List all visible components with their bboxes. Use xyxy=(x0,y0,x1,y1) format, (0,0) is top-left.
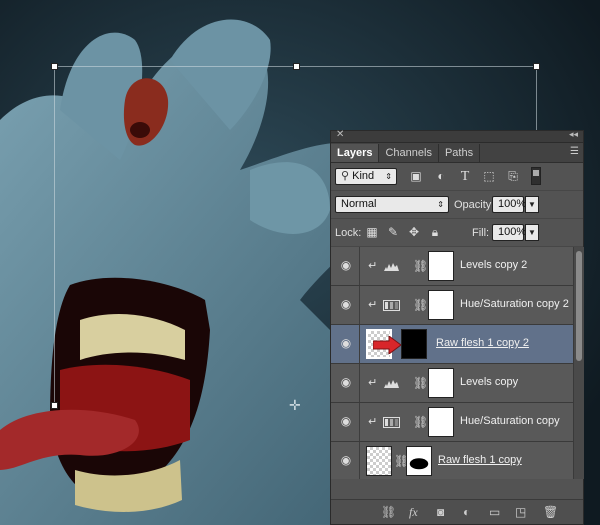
transform-handle-middle-left[interactable] xyxy=(51,402,58,409)
opacity-dropdown-icon[interactable]: ▼ xyxy=(525,196,539,213)
red-arrow-icon xyxy=(373,336,401,354)
lock-all-icon[interactable]: 🔒︎ xyxy=(428,226,442,239)
clipping-arrow-icon: ↵ xyxy=(368,416,378,428)
pixel-filter-icon[interactable]: ▣ xyxy=(409,170,423,183)
chain-link-icon[interactable]: ⛓ xyxy=(413,259,428,273)
shape-filter-icon[interactable]: ⬚ xyxy=(482,170,496,183)
panel-tabs: Layers Channels Paths ☰ xyxy=(331,143,583,163)
clipping-arrow-icon: ↵ xyxy=(368,299,378,311)
layer-mask-thumbnail[interactable] xyxy=(406,446,432,476)
visibility-column[interactable]: ◉ xyxy=(331,286,360,324)
tab-layers[interactable]: Layers xyxy=(331,144,380,162)
lock-label: Lock: xyxy=(335,227,362,239)
chevron-updown-icon: ⇕ xyxy=(385,172,392,181)
transform-handle-top-right[interactable] xyxy=(533,63,540,70)
blend-mode-value: Normal xyxy=(341,198,377,210)
new-layer-icon[interactable]: ◳ xyxy=(515,505,526,519)
fill-label: Fill: xyxy=(472,227,490,239)
eye-icon[interactable]: ◉ xyxy=(339,298,353,310)
fill-dropdown-icon[interactable]: ▼ xyxy=(525,224,539,241)
chain-link-icon[interactable]: ⛓ xyxy=(413,415,428,429)
link-layers-icon[interactable]: ⛓ xyxy=(381,505,396,519)
layer-name[interactable]: Raw flesh 1 copy xyxy=(438,454,522,466)
layer-name[interactable]: Raw flesh 1 copy 2 xyxy=(436,337,529,349)
blend-mode-select[interactable]: Normal ⇕ xyxy=(335,196,449,213)
panel-menu-icon[interactable]: ☰ xyxy=(570,146,579,157)
layer-style-fx-icon[interactable]: fx xyxy=(409,505,418,519)
layer-row-selected[interactable]: ◉ Raw flesh 1 copy 2 xyxy=(331,325,573,364)
tab-paths[interactable]: Paths xyxy=(439,144,481,162)
levels-adjustment-icon[interactable] xyxy=(383,378,400,389)
clipping-arrow-icon: ↵ xyxy=(368,260,378,272)
visibility-column[interactable]: ◉ xyxy=(331,442,360,479)
visibility-column[interactable]: ◉ xyxy=(331,325,360,363)
layer-list-scrollbar[interactable] xyxy=(573,247,584,479)
type-filter-icon[interactable]: T xyxy=(458,170,472,184)
lock-image-pixels-icon[interactable]: ✎ xyxy=(386,226,400,239)
eye-icon[interactable]: ◉ xyxy=(339,337,353,349)
reference-point-crosshair-icon[interactable]: ✛ xyxy=(289,398,301,412)
filter-kind-select[interactable]: ⚲ Kind ⇕ xyxy=(335,168,397,185)
eye-icon[interactable]: ◉ xyxy=(339,454,353,466)
eye-icon[interactable]: ◉ xyxy=(339,376,353,388)
panel-titlebar[interactable]: ✕ ◂◂ xyxy=(331,129,583,143)
layer-row[interactable]: ◉ ↵ ⛓ Levels copy xyxy=(331,364,573,403)
opacity-label: Opacity: xyxy=(454,199,495,211)
eye-icon[interactable]: ◉ xyxy=(339,259,353,271)
layer-mask-thumbnail[interactable] xyxy=(428,251,454,281)
add-mask-icon[interactable]: ◙ xyxy=(437,505,444,519)
layer-row[interactable]: ◉ ↵ ⛓ Hue/Saturation copy 2 xyxy=(331,286,573,325)
layer-row[interactable]: ◉ ↵ ⛓ Levels copy 2 xyxy=(331,247,573,286)
new-adjustment-layer-icon[interactable]: ◐ xyxy=(463,505,470,519)
lock-row: Lock: ▦ ✎ ✥ 🔒︎ Fill: 100% ▼ xyxy=(331,219,583,247)
adjustment-filter-icon[interactable]: ◐ xyxy=(434,170,448,183)
transform-handle-top-center[interactable] xyxy=(293,63,300,70)
hue-saturation-adjustment-icon[interactable] xyxy=(383,417,400,428)
mask-shape-icon xyxy=(409,458,429,470)
blend-row: Normal ⇕ Opacity: 100% ▼ xyxy=(331,191,583,219)
collapse-icon[interactable]: ◂◂ xyxy=(569,129,578,140)
layer-mask-thumbnail[interactable] xyxy=(428,290,454,320)
clipping-arrow-icon: ↵ xyxy=(368,377,378,389)
lock-transparent-pixels-icon[interactable]: ▦ xyxy=(365,226,379,239)
smart-object-filter-icon[interactable]: ⎘ xyxy=(506,170,520,183)
layers-panel: ✕ ◂◂ Layers Channels Paths ☰ ⚲ Kind ⇕ ▣ ◐… xyxy=(330,129,584,525)
search-icon: ⚲ xyxy=(341,170,353,182)
layer-list[interactable]: ◉ ↵ ⛓ Levels copy 2 ◉ ↵ ⛓ Hue/Saturation… xyxy=(331,247,573,479)
visibility-column[interactable]: ◉ xyxy=(331,364,360,402)
lock-position-icon[interactable]: ✥ xyxy=(407,226,421,239)
layer-row[interactable]: ◉ ⛓ Raw flesh 1 copy xyxy=(331,442,573,479)
new-group-icon[interactable]: ▭ xyxy=(489,505,500,519)
visibility-column[interactable]: ◉ xyxy=(331,247,360,285)
layer-row[interactable]: ◉ ↵ ⛓ Hue/Saturation copy xyxy=(331,403,573,442)
layer-mask-thumbnail[interactable] xyxy=(428,407,454,437)
chevron-updown-icon: ⇕ xyxy=(437,200,444,209)
layer-name[interactable]: Hue/Saturation copy 2 xyxy=(460,298,569,310)
tab-channels[interactable]: Channels xyxy=(379,144,439,162)
close-icon[interactable]: ✕ xyxy=(336,129,344,140)
opacity-input[interactable]: 100% xyxy=(492,196,526,213)
filter-kind-label: Kind xyxy=(352,170,375,182)
chain-link-icon[interactable]: ⛓ xyxy=(413,376,428,390)
layer-mask-thumbnail[interactable] xyxy=(428,368,454,398)
filter-toggle-switch[interactable] xyxy=(531,167,541,185)
transform-handle-top-left[interactable] xyxy=(51,63,58,70)
layer-thumbnail[interactable] xyxy=(366,446,392,476)
filter-row: ⚲ Kind ⇕ ▣ ◐ T ⬚ ⎘ xyxy=(331,163,583,191)
eye-icon[interactable]: ◉ xyxy=(339,415,353,427)
fill-input[interactable]: 100% xyxy=(492,224,526,241)
layer-name[interactable]: Levels copy 2 xyxy=(460,259,527,271)
levels-adjustment-icon[interactable] xyxy=(383,261,400,272)
layer-name[interactable]: Levels copy xyxy=(460,376,518,388)
layer-name[interactable]: Hue/Saturation copy xyxy=(460,415,560,427)
hue-saturation-adjustment-icon[interactable] xyxy=(383,300,400,311)
visibility-column[interactable]: ◉ xyxy=(331,403,360,441)
panel-footer-toolbar: ⛓ fx ◙ ◐ ▭ ◳ 🗑︎ xyxy=(331,499,583,524)
layer-mask-thumbnail[interactable] xyxy=(401,329,427,359)
trash-icon[interactable]: 🗑︎ xyxy=(543,505,558,519)
scrollbar-thumb[interactable] xyxy=(576,251,582,361)
chain-link-icon[interactable]: ⛓ xyxy=(413,298,428,312)
